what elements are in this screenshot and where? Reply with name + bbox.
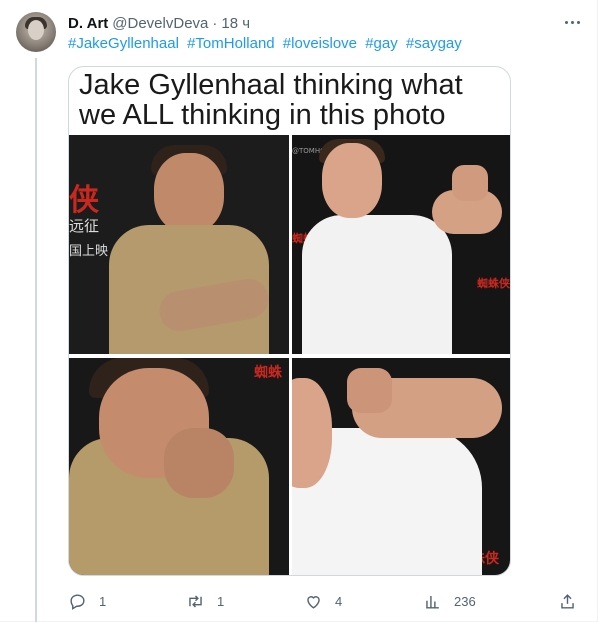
heart-icon <box>307 595 320 609</box>
separator: · <box>212 14 218 32</box>
retweet-count: 1 <box>217 593 225 609</box>
more-icon[interactable] <box>558 12 586 32</box>
retweet-icon <box>189 594 202 608</box>
share-icon <box>561 593 574 609</box>
like-count: 4 <box>335 593 343 609</box>
hashtag-link[interactable]: #loveislove <box>283 35 357 52</box>
hashtags: #JakeGyllenhaal #TomHolland #loveislove … <box>68 35 466 52</box>
like-button[interactable]: 4 <box>304 589 342 613</box>
reply-icon <box>70 593 85 610</box>
timestamp[interactable]: 18 ч <box>221 15 250 32</box>
photo-tom-arm-closeup: 蜘蛛侠 <box>292 358 510 575</box>
views-count: 236 <box>454 593 476 609</box>
hashtag-link[interactable]: #JakeGyllenhaal <box>68 35 179 52</box>
meme-caption: Jake Gyllenhaal thinking what we ALL thi… <box>79 69 463 131</box>
hashtag-link[interactable]: #saygay <box>406 35 462 52</box>
author-handle[interactable]: @DevelvDeva <box>112 15 208 32</box>
action-bar: 1 1 4 236 <box>68 589 583 613</box>
photo-jake-thinking: 侠 远征 国上映 <box>69 135 289 354</box>
hashtag-link[interactable]: #TomHolland <box>187 35 275 52</box>
tweet-header: D. Art @DevelvDeva · 18 ч <box>68 13 250 33</box>
hashtag-link[interactable]: #gay <box>365 35 398 52</box>
avatar[interactable] <box>16 12 56 52</box>
share-button[interactable] <box>558 589 577 613</box>
media-image[interactable]: Jake Gyllenhaal thinking what we ALL thi… <box>68 66 511 576</box>
views-button[interactable]: 236 <box>423 589 476 613</box>
photo-jake-closeup: 蜘蛛 <box>69 358 289 575</box>
author-name[interactable]: D. Art <box>68 15 108 32</box>
thread-line <box>35 58 37 622</box>
reply-button[interactable]: 1 <box>68 589 106 613</box>
reply-count: 1 <box>99 593 107 609</box>
photo-tom-flexing: @TOMHOLLANDYUPPERS 蜘蛛侠 蜘蛛侠 蜘蛛侠 <box>292 135 510 354</box>
retweet-button[interactable]: 1 <box>186 589 224 613</box>
bar-chart-icon <box>426 595 439 609</box>
